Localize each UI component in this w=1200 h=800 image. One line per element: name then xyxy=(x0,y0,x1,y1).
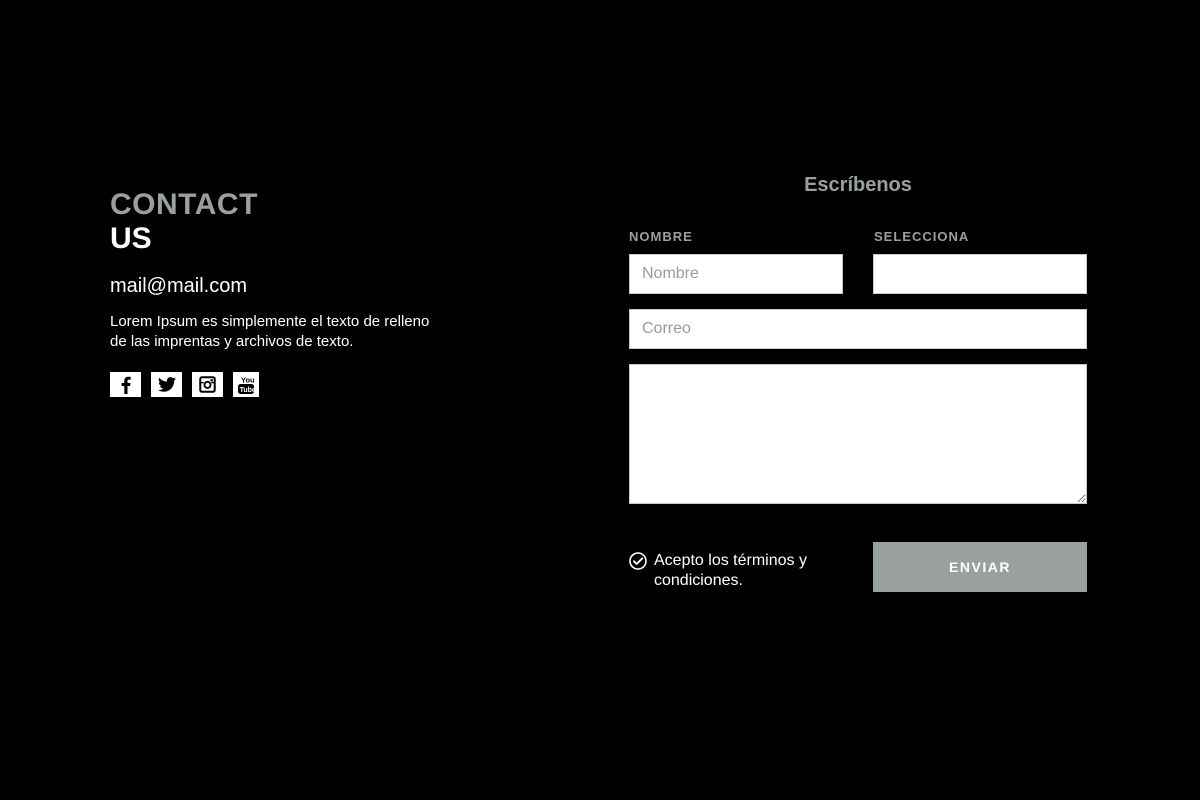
select-label: SELECCIONA xyxy=(874,229,970,244)
youtube-link[interactable]: You Tube xyxy=(233,372,259,397)
name-label: NOMBRE xyxy=(629,229,693,244)
form-title: Escríbenos xyxy=(804,174,912,196)
contact-info: CONTACT US mail@mail.com Lorem Ipsum es … xyxy=(110,188,450,397)
youtube-icon: You Tube xyxy=(238,375,256,394)
checkbox-checked-icon[interactable] xyxy=(629,552,647,570)
contact-heading-line2: US xyxy=(110,222,152,255)
facebook-link[interactable] xyxy=(110,372,141,397)
instagram-link[interactable] xyxy=(192,372,223,397)
terms-label[interactable]: Acepto los términos y condiciones. xyxy=(654,551,814,591)
contact-heading-line1: CONTACT xyxy=(110,188,258,221)
contact-description: Lorem Ipsum es simplemente el texto de r… xyxy=(110,313,430,350)
submit-button[interactable]: ENVIAR xyxy=(873,542,1087,592)
social-links: You Tube xyxy=(110,372,450,397)
select-field[interactable] xyxy=(873,254,1087,294)
facebook-icon xyxy=(121,376,131,394)
twitter-icon xyxy=(157,377,176,392)
terms-row: Acepto los términos y condiciones. xyxy=(629,551,814,591)
svg-text:Tube: Tube xyxy=(240,386,256,393)
message-textarea[interactable] xyxy=(629,364,1087,504)
email-input[interactable] xyxy=(629,309,1087,349)
contact-page: CONTACT US mail@mail.com Lorem Ipsum es … xyxy=(0,0,1200,800)
contact-email: mail@mail.com xyxy=(110,275,247,297)
twitter-link[interactable] xyxy=(151,372,182,397)
name-input[interactable] xyxy=(629,254,843,294)
svg-text:You: You xyxy=(241,375,255,384)
instagram-icon xyxy=(199,376,216,393)
